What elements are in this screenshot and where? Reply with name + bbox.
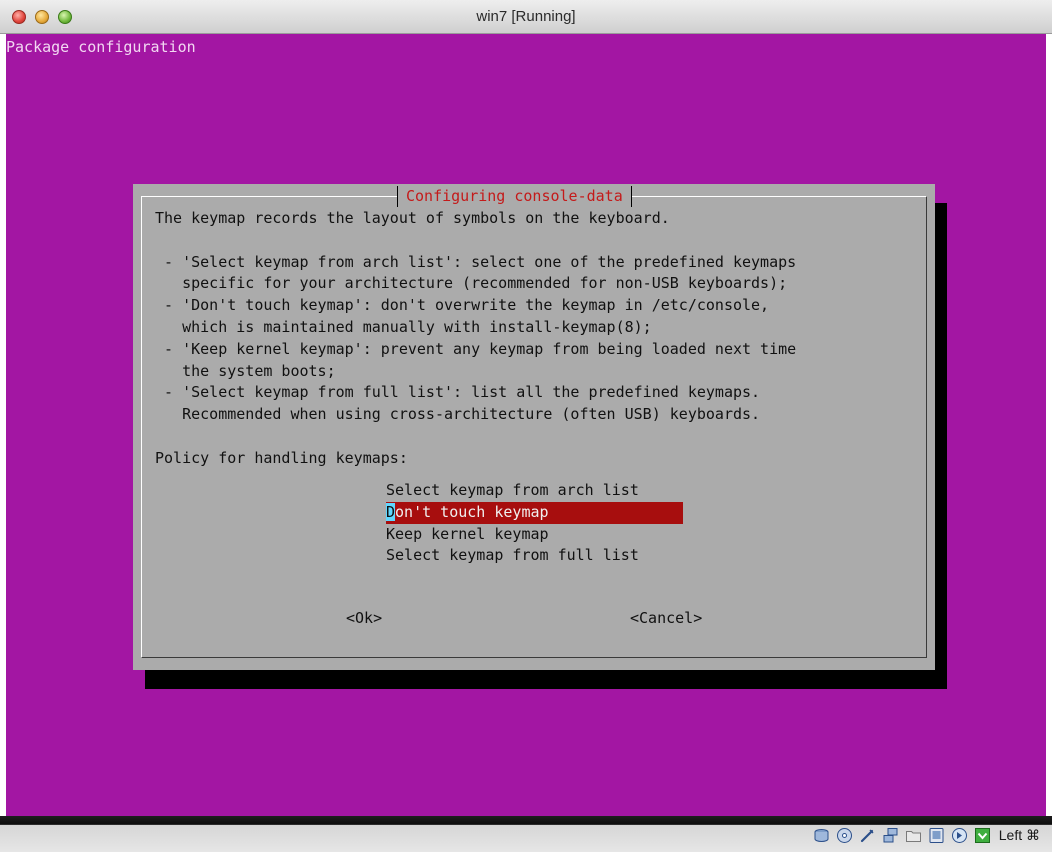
mouse-integration-icon[interactable]: [951, 827, 968, 844]
option-keep-kernel-keymap[interactable]: Keep kernel keymap: [386, 524, 683, 546]
display-icon[interactable]: [928, 827, 945, 844]
capture-icon[interactable]: [974, 827, 991, 844]
dialog-title: Configuring console-data: [397, 186, 632, 207]
window-titlebar: win7 [Running]: [0, 0, 1052, 34]
statusbar-icons: Left ⌘: [813, 822, 1040, 848]
hard-disk-icon[interactable]: [813, 827, 830, 844]
option-dont-touch-keymap[interactable]: Don't touch keymap: [386, 501, 683, 524]
cancel-button[interactable]: <Cancel>: [630, 608, 702, 629]
ok-button[interactable]: <Ok>: [346, 608, 382, 629]
vm-console[interactable]: Package configuration Configuring consol…: [6, 34, 1046, 816]
dialog-description: The keymap records the layout of symbols…: [155, 209, 797, 467]
text-cursor: D: [386, 502, 396, 521]
console-header: Package configuration: [6, 38, 196, 56]
option-dont-touch-keymap-label: on't touch keymap: [395, 502, 549, 521]
network-icon[interactable]: [882, 827, 899, 844]
option-select-arch-list[interactable]: Select keymap from arch list: [386, 480, 683, 502]
window-title: win7 [Running]: [476, 8, 576, 25]
config-dialog: Configuring console-data The keymap reco…: [133, 184, 935, 670]
usb-icon[interactable]: [859, 827, 876, 844]
optical-drive-icon[interactable]: [836, 827, 853, 844]
shared-folder-icon[interactable]: [905, 827, 922, 844]
host-key-label: Left ⌘: [998, 826, 1040, 843]
option-select-full-list[interactable]: Select keymap from full list: [386, 545, 683, 567]
keymap-policy-list[interactable]: Select keymap from arch list Don't touch…: [386, 480, 683, 567]
